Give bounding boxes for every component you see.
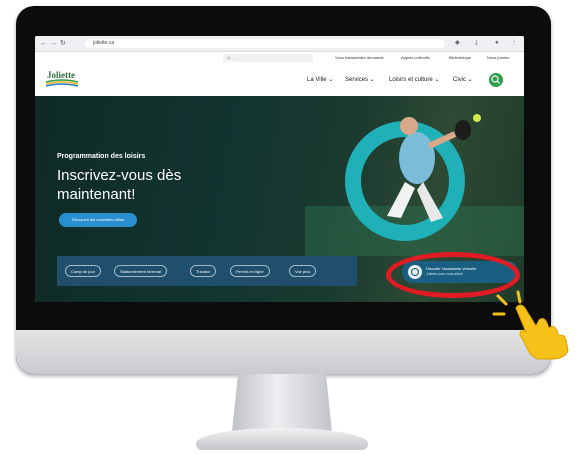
monitor-stand-neck [232, 374, 332, 432]
nav-loisirs-culture[interactable]: Loisirs et culture ⌄ [389, 76, 439, 84]
search-button[interactable] [489, 73, 503, 87]
nav-civic[interactable]: Civic ⌄ [453, 76, 473, 84]
browser-toolbar: ← → ↻ joliette.ca ◆ ⤓ ● ⋮ [35, 36, 524, 52]
utility-link-bibliotheque[interactable]: Bibliothèque [449, 55, 471, 61]
monitor-stand-base [196, 428, 368, 450]
quick-links-bar: Camp de jour Stationnement hivernal Trav… [57, 256, 357, 286]
quick-link-stationnement[interactable]: Stationnement hivernal [114, 265, 167, 277]
profile-icon[interactable]: ● [495, 39, 499, 48]
extension-icon[interactable]: ◆ [455, 39, 460, 48]
monitor-chin [16, 330, 551, 374]
hero-title: Inscrivez-vous dès maintenant! [57, 167, 182, 203]
pointing-hand-icon [492, 290, 569, 360]
menu-icon[interactable]: ⋮ [511, 39, 517, 48]
forward-button[interactable]: → [50, 39, 57, 48]
site-header: Joliette La Ville ⌄ Services ⌄ Loisirs e… [35, 64, 524, 96]
quick-link-permis[interactable]: Permis en ligne [230, 265, 270, 277]
quick-link-voir-plus[interactable]: Voir plus [289, 265, 317, 277]
quick-link-travaux[interactable]: Travaux [190, 265, 217, 277]
utility-link-appels[interactable]: Appels collectifs [401, 55, 430, 61]
reload-button[interactable]: ↻ [60, 39, 66, 48]
site-search-input[interactable]: Q ... [223, 54, 313, 62]
utility-bar: Q ... Vous transmettez demande Appels co… [35, 52, 524, 64]
logo-swoosh-icon [45, 79, 79, 87]
hero-cta-button[interactable]: Découvrir les nouvelles offres [59, 213, 137, 227]
quick-link-camp[interactable]: Camp de jour [65, 265, 102, 277]
download-icon[interactable]: ⤓ [475, 39, 478, 48]
search-icon [491, 75, 500, 84]
nav-la-ville[interactable]: La Ville ⌄ [307, 76, 333, 84]
nav-services[interactable]: Services ⌄ [345, 76, 375, 84]
hero-pickleball-photo [305, 114, 524, 256]
utility-link-contact[interactable]: Nous joindre [487, 55, 509, 61]
hero-subtitle: Programmation des loisirs [57, 153, 146, 160]
address-bar[interactable]: joliette.ca [85, 39, 445, 48]
back-button[interactable]: ← [40, 39, 47, 48]
utility-link-demande[interactable]: Vous transmettez demande [335, 55, 384, 61]
